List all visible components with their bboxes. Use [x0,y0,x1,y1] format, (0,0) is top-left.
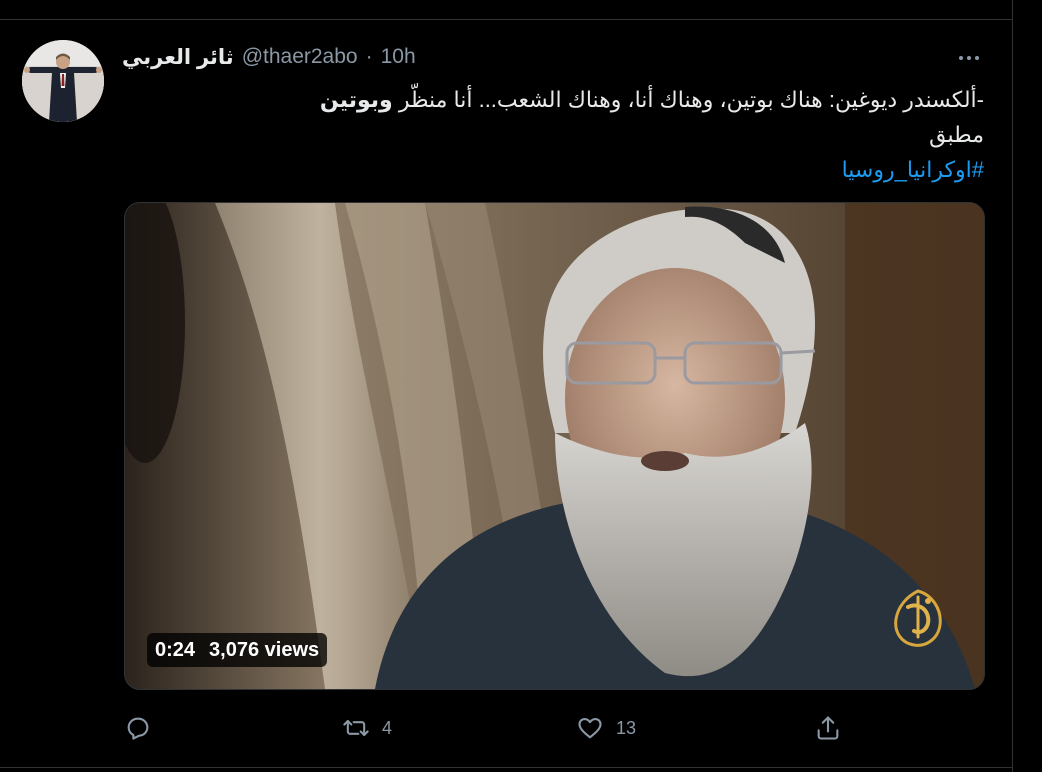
more-options-button[interactable] [955,48,983,68]
heart-icon [578,717,602,739]
video-views: 3,076 views [209,638,320,661]
reply-button[interactable] [124,710,164,746]
right-divider [1012,0,1013,772]
video-info-badge: 0:24 3,076 views [147,633,328,667]
display-name[interactable]: ثائر العربي [122,45,234,70]
tweet-text-line-1-bold: وبوتين [319,87,393,112]
retweet-icon [343,719,369,737]
tweet-text-line-1-regular: -ألكسندر ديوغين: هناك بوتين، وهناك أنا، … [392,87,984,112]
avatar-image [22,40,104,122]
tweet-page: ثائر العربي @thaer2abo · 10h -ألكسندر دي… [0,0,1042,772]
video-duration: 0:24 [155,638,196,661]
tweet-timestamp[interactable]: 10h [381,45,416,69]
retweet-button[interactable]: 4 [342,710,392,746]
more-horizontal-icon [959,56,979,60]
video-player[interactable]: 0:24 3,076 views [124,202,985,690]
tweet-text: -ألكسندر ديوغين: هناك بوتين، وهناك أنا، … [124,82,984,187]
bottom-divider [0,767,1012,768]
share-icon [817,716,839,740]
avatar[interactable] [22,40,104,122]
user-handle[interactable]: @thaer2abo [242,45,358,69]
separator-dot: · [365,45,373,68]
retweet-count: 4 [382,717,393,738]
channel-logo-icon [894,589,942,647]
reply-icon [127,717,149,740]
hashtag-link[interactable]: #اوكرانيا_روسيا [124,152,984,187]
video-frame [125,203,984,689]
like-count: 13 [616,717,637,738]
tweet-actions: 4 13 [124,710,864,746]
top-divider [0,19,1012,20]
tweet-header: ثائر العربي @thaer2abo · 10h [122,42,416,72]
tweet-text-line-1: -ألكسندر ديوغين: هناك بوتين، وهناك أنا، … [124,82,984,117]
like-button[interactable]: 13 [576,710,636,746]
tweet-text-line-2: مطبق [929,122,984,147]
share-button[interactable] [814,710,842,746]
